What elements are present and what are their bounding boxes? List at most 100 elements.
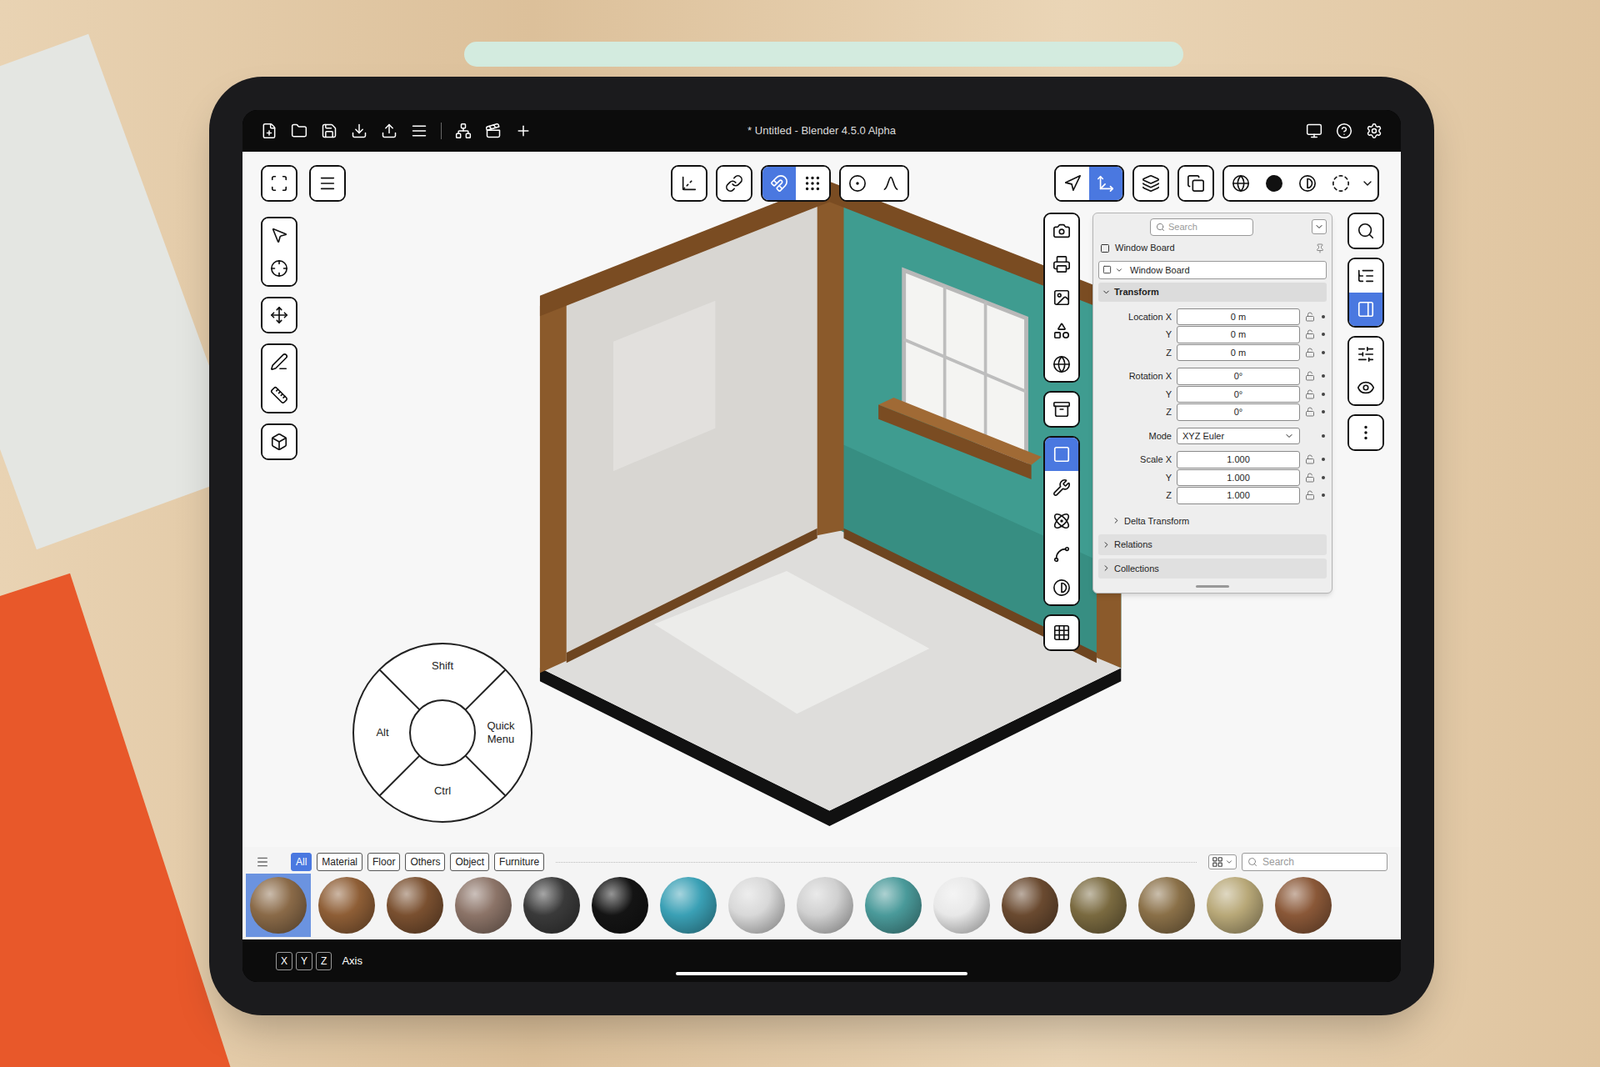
properties-button[interactable]: [1349, 292, 1383, 326]
asset-tab[interactable]: Furniture: [494, 852, 545, 871]
property-field[interactable]: 0°: [1176, 385, 1300, 404]
asset-tab[interactable]: Others: [405, 852, 445, 871]
keyframe-dot[interactable]: [1321, 392, 1325, 396]
object-name-field[interactable]: Window Board: [1098, 260, 1327, 280]
asset-item[interactable]: [792, 873, 858, 937]
lock-icon[interactable]: [1305, 454, 1315, 465]
keyframe-dot[interactable]: [1321, 315, 1325, 319]
overlays-button[interactable]: [1134, 166, 1168, 200]
asset-item[interactable]: [314, 873, 380, 937]
asset-item[interactable]: [1270, 873, 1336, 937]
asset-item[interactable]: [860, 873, 926, 937]
room-model[interactable]: [531, 178, 1129, 831]
scroll-handle[interactable]: [1195, 585, 1230, 588]
material-tab-button[interactable]: [1045, 570, 1079, 605]
pie-menu-item[interactable]: Shift: [420, 659, 465, 673]
asset-item[interactable]: [1065, 873, 1131, 937]
lock-icon[interactable]: [1305, 389, 1315, 400]
sidebar-button[interactable]: [1349, 337, 1383, 371]
viewport-menu-button[interactable]: [310, 166, 345, 200]
tool-tab-button[interactable]: [1045, 214, 1079, 248]
property-field[interactable]: 0°: [1176, 403, 1300, 421]
property-field[interactable]: 0°: [1176, 367, 1300, 385]
snap-increment-button[interactable]: [795, 166, 830, 200]
add-cube-button[interactable]: [262, 425, 296, 459]
select-button[interactable]: [262, 218, 296, 252]
shading-dropdown-button[interactable]: [1357, 166, 1378, 200]
keyframe-dot[interactable]: [1321, 350, 1325, 355]
world-tab-button[interactable]: [1045, 347, 1079, 381]
lock-icon[interactable]: [1305, 406, 1315, 417]
collection-tab-button[interactable]: [1045, 392, 1079, 426]
proportional-button[interactable]: [840, 166, 875, 200]
view-mode-button[interactable]: [1208, 854, 1237, 870]
asset-item[interactable]: [724, 873, 790, 937]
asset-item[interactable]: [587, 873, 653, 937]
pie-menu-item[interactable]: Quick Menu: [478, 719, 524, 747]
material-preview-button[interactable]: [1290, 166, 1325, 200]
snap-button[interactable]: [762, 166, 796, 200]
viewport[interactable]: SearchWindow BoardWindow BoardTransformL…: [242, 151, 1401, 847]
asset-item[interactable]: [519, 873, 585, 937]
asset-item[interactable]: [929, 873, 995, 937]
property-field[interactable]: 0 m: [1176, 325, 1300, 344]
rendered-button[interactable]: [1324, 166, 1358, 200]
gizmo-button[interactable]: [1055, 166, 1090, 200]
physics-tab-button[interactable]: [1045, 504, 1079, 538]
falloff-button[interactable]: [874, 166, 908, 200]
keyframe-dot[interactable]: [1321, 434, 1325, 438]
asset-item[interactable]: [997, 873, 1063, 937]
object-tab-button[interactable]: [1045, 437, 1079, 471]
texture-tab-button[interactable]: [1045, 615, 1079, 650]
property-field[interactable]: 0 m: [1176, 308, 1300, 326]
subpanel-header[interactable]: Collections: [1098, 558, 1327, 580]
transform-gizmo-button[interactable]: [1089, 166, 1123, 200]
asset-item[interactable]: [1134, 873, 1200, 937]
render-tab-button[interactable]: [1045, 247, 1079, 281]
data-tab-button[interactable]: [1045, 537, 1079, 571]
modifier-tab-button[interactable]: [1045, 470, 1079, 505]
keyframe-dot[interactable]: [1321, 493, 1325, 497]
orientation-button[interactable]: [672, 166, 706, 200]
asset-item[interactable]: [245, 873, 311, 937]
pivot-button[interactable]: [717, 166, 751, 200]
property-field[interactable]: 1.000: [1176, 486, 1300, 505]
outliner-button[interactable]: [1349, 259, 1383, 293]
asset-tab[interactable]: All: [290, 852, 312, 871]
lock-icon[interactable]: [1305, 311, 1315, 322]
property-field[interactable]: 1.000: [1176, 469, 1300, 487]
move-button[interactable]: [262, 298, 296, 332]
measure-button[interactable]: [262, 378, 296, 412]
asset-search[interactable]: Search: [1241, 852, 1388, 871]
properties-options-button[interactable]: [1311, 219, 1327, 235]
pie-menu-item[interactable]: Alt: [360, 725, 405, 740]
asset-item[interactable]: [655, 873, 721, 937]
home-indicator[interactable]: [675, 971, 968, 975]
lock-icon[interactable]: [1305, 472, 1315, 483]
keyframe-dot[interactable]: [1321, 410, 1325, 414]
scene-tab-button[interactable]: [1045, 314, 1079, 348]
keyframe-dot[interactable]: [1321, 374, 1325, 378]
keyframe-dot[interactable]: [1321, 475, 1325, 480]
cursor-button[interactable]: [262, 251, 296, 285]
subpanel-header[interactable]: Relations: [1098, 534, 1327, 555]
subpanel-header[interactable]: Delta Transform: [1098, 510, 1327, 532]
property-field[interactable]: 0 m: [1176, 344, 1300, 362]
more-button[interactable]: [1349, 415, 1383, 450]
transform-header[interactable]: Transform: [1098, 282, 1327, 302]
asset-item[interactable]: [1202, 873, 1268, 937]
visibility-button[interactable]: [1349, 370, 1383, 405]
pin-icon[interactable]: [1315, 243, 1325, 254]
lock-icon[interactable]: [1305, 490, 1315, 500]
property-dropdown[interactable]: XYZ Euler: [1176, 427, 1300, 445]
asset-tab[interactable]: Floor: [367, 852, 400, 871]
keyframe-dot[interactable]: [1321, 457, 1325, 461]
properties-search[interactable]: Search: [1150, 218, 1254, 236]
lock-icon[interactable]: [1305, 329, 1315, 340]
frame-selected-button[interactable]: [262, 166, 296, 200]
xray-button[interactable]: [1179, 166, 1213, 200]
pie-menu-item[interactable]: Ctrl: [420, 784, 465, 798]
asset-item[interactable]: [450, 873, 516, 937]
property-field[interactable]: 1.000: [1176, 450, 1300, 469]
asset-tab[interactable]: Material: [316, 852, 363, 871]
